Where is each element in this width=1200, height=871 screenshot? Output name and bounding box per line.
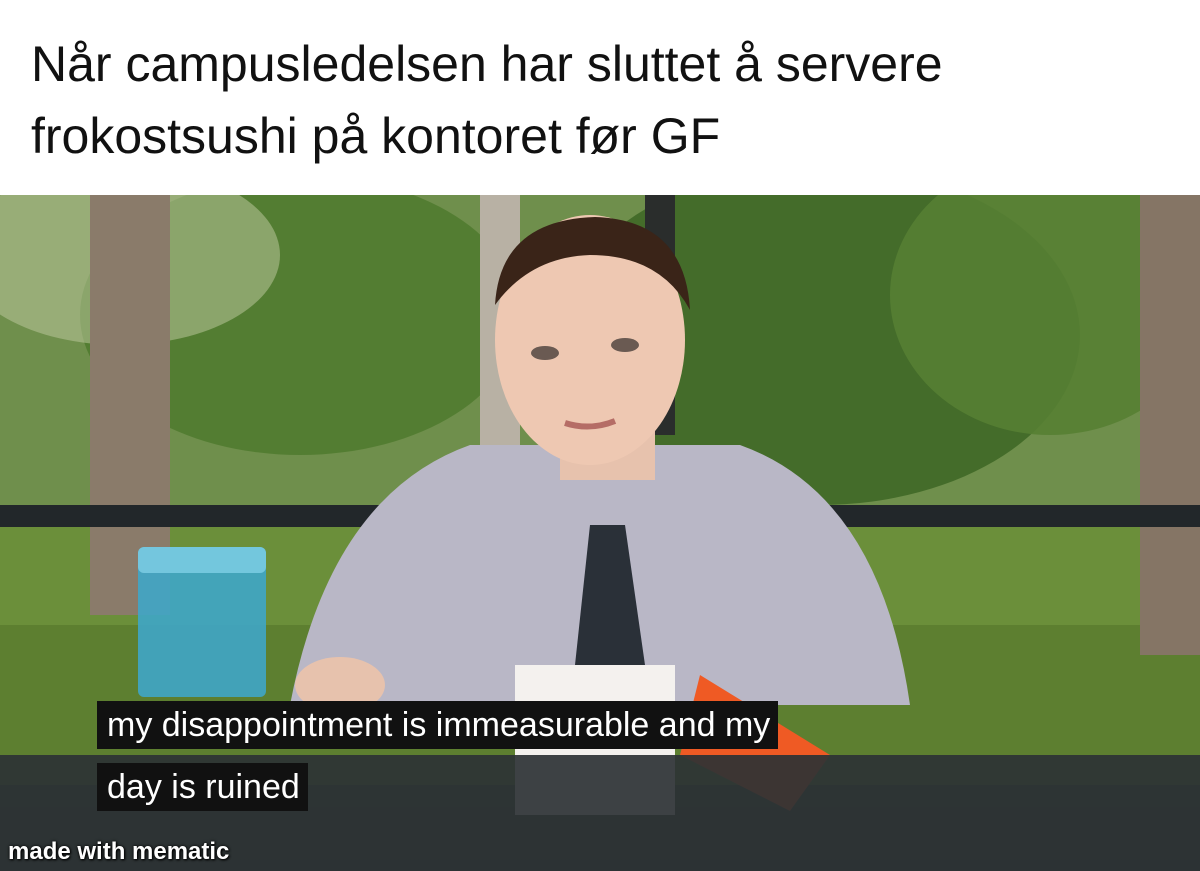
subtitle-line-2: day is ruined — [97, 763, 308, 811]
caption-line-1: Når campusledelsen har sluttet å servere — [31, 36, 943, 92]
glass-rim — [138, 547, 266, 573]
meme-caption: Når campusledelsen har sluttet å servere… — [0, 0, 1200, 195]
mematic-watermark: made with mematic — [8, 838, 230, 865]
person-eye-right — [611, 338, 639, 352]
subtitle-line-1: my disappointment is immeasurable and my — [97, 701, 779, 749]
caption-line-2: frokostsushi på kontoret før GF — [31, 108, 721, 164]
tree-trunk-right — [1140, 195, 1200, 655]
person-eye-left — [531, 346, 559, 360]
